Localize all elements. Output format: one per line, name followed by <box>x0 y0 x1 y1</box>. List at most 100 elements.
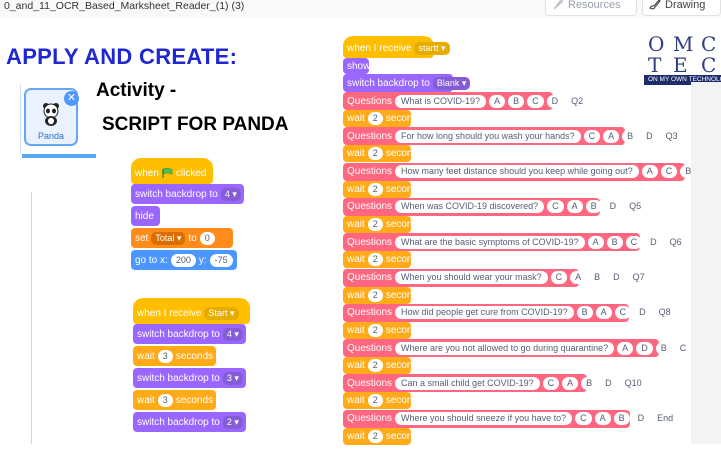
wait-block[interactable]: wait 2 seconds <box>343 180 423 198</box>
question-id-input[interactable]: Q7 <box>627 271 650 284</box>
option-input[interactable]: C <box>575 412 592 426</box>
option-input[interactable]: D <box>600 376 617 390</box>
question-text-input[interactable]: When was COVID-19 discovered? <box>395 200 545 214</box>
option-input[interactable]: A <box>595 306 612 320</box>
when-i-receive-start-block[interactable]: when I receive Start ▾ <box>133 298 250 324</box>
option-input[interactable]: B <box>508 94 525 108</box>
wait-input[interactable]: 2 <box>367 359 383 373</box>
hide-block[interactable]: hide <box>131 206 160 226</box>
option-input[interactable]: C <box>660 165 678 179</box>
wait-block[interactable]: wait 2 seconds <box>343 286 423 304</box>
when-i-receive-startt-block[interactable]: when I receive startt ▾ <box>343 36 450 58</box>
option-input[interactable]: A <box>603 129 620 143</box>
wait-block[interactable]: wait 2 seconds <box>343 110 423 127</box>
switch-backdrop-block[interactable]: switch backdrop to Blank ▾ <box>343 74 471 92</box>
wait-input[interactable]: 2 <box>367 147 383 161</box>
option-input[interactable]: B <box>606 235 623 249</box>
wait-block[interactable]: wait 2 seconds <box>343 215 423 233</box>
switch-backdrop-block[interactable]: switch backdrop to 2 ▾ <box>133 412 246 432</box>
variable-dropdown[interactable]: Total ▾ <box>151 231 186 245</box>
option-input[interactable]: C <box>674 341 692 355</box>
questions-block[interactable]: Questions How did people get cure from CO… <box>343 303 676 322</box>
wait-input[interactable]: 2 <box>367 429 383 443</box>
option-input[interactable]: B <box>622 129 639 143</box>
wait-input[interactable]: 2 <box>367 253 383 267</box>
question-text-input[interactable]: When you should wear your mask? <box>395 271 548 284</box>
questions-block[interactable]: Questions When you should wear your mask?… <box>343 268 650 287</box>
questions-block[interactable]: Questions Where you should sneeze if you … <box>343 409 679 428</box>
option-input[interactable]: A <box>562 376 579 390</box>
wait-input[interactable]: 2 <box>367 112 383 125</box>
option-input[interactable]: C <box>583 129 601 143</box>
wait-block[interactable]: wait 2 seconds <box>343 251 423 269</box>
wait-input[interactable]: 3 <box>157 393 173 407</box>
backdrop-dropdown[interactable]: Blank ▾ <box>432 76 471 90</box>
question-text-input[interactable]: Where are you not allowed to go during q… <box>395 341 615 355</box>
set-variable-block[interactable]: set Total ▾ to 0 <box>131 228 233 248</box>
wait-input[interactable]: 2 <box>367 394 383 408</box>
x-input[interactable]: 200 <box>170 253 196 267</box>
questions-block[interactable]: Questions Where are you not allowed to go… <box>343 339 717 358</box>
drawing-button[interactable]: Drawing <box>642 0 721 16</box>
wait-block[interactable]: wait 2 seconds <box>343 427 423 445</box>
wait-block[interactable]: wait 2 seconds <box>343 321 423 339</box>
option-input[interactable]: D <box>604 200 622 214</box>
option-input[interactable]: A <box>489 94 506 108</box>
question-id-input[interactable]: Q8 <box>653 306 676 320</box>
option-input[interactable]: C <box>614 306 632 320</box>
backdrop-dropdown[interactable]: 4 ▾ <box>220 187 241 201</box>
message-dropdown[interactable]: Start ▾ <box>204 306 239 320</box>
option-input[interactable]: D <box>645 235 662 249</box>
show-block[interactable]: show <box>343 58 370 74</box>
option-input[interactable]: B <box>655 341 672 355</box>
when-flag-clicked-block[interactable]: when clicked <box>131 158 213 184</box>
switch-backdrop-block[interactable]: switch backdrop to 4 ▾ <box>131 184 244 204</box>
option-input[interactable]: A <box>570 271 587 284</box>
option-input[interactable]: D <box>546 94 564 108</box>
option-input[interactable]: A <box>566 200 583 214</box>
option-input[interactable]: B <box>589 271 606 284</box>
question-id-input[interactable]: Q3 <box>660 129 683 143</box>
message-dropdown[interactable]: startt ▾ <box>414 42 450 55</box>
option-input[interactable]: D <box>632 412 650 426</box>
backdrop-dropdown[interactable]: 2 ▾ <box>222 415 243 429</box>
question-text-input[interactable]: How did people get cure from COVID-19? <box>395 306 574 320</box>
option-input[interactable]: D <box>608 271 625 284</box>
question-text-input[interactable]: For how long should you wash your hands? <box>395 129 581 143</box>
option-input[interactable]: C <box>547 200 564 214</box>
option-input[interactable]: A <box>617 341 634 355</box>
switch-backdrop-block[interactable]: switch backdrop to 4 ▾ <box>133 324 246 344</box>
question-text-input[interactable]: How many feet distance should you keep w… <box>395 165 639 179</box>
option-input[interactable]: B <box>576 306 593 320</box>
y-input[interactable]: -75 <box>209 253 233 267</box>
question-id-input[interactable]: Q6 <box>664 235 687 249</box>
wait-block[interactable]: wait 2 seconds <box>343 145 423 163</box>
question-id-input[interactable]: Q2 <box>566 94 589 108</box>
go-to-xy-block[interactable]: go to x: 200 y: -75 <box>131 250 237 270</box>
wait-block[interactable]: wait 2 seconds <box>343 392 423 410</box>
question-text-input[interactable]: What are the basic symptoms of COVID-19? <box>395 235 585 249</box>
option-input[interactable]: C <box>542 376 560 390</box>
option-input[interactable]: D <box>641 129 658 143</box>
option-input[interactable]: A <box>594 412 611 426</box>
option-input[interactable]: C <box>625 235 643 249</box>
close-icon[interactable]: ✕ <box>64 91 79 106</box>
wait-input[interactable]: 2 <box>367 323 383 337</box>
wait-input[interactable]: 2 <box>367 182 383 196</box>
value-input[interactable]: 0 <box>199 231 215 245</box>
questions-block[interactable]: Questions What is COVID-19? A B C D Q2 <box>343 92 589 110</box>
question-text-input[interactable]: What is COVID-19? <box>395 94 487 108</box>
option-input[interactable]: D <box>636 341 653 355</box>
option-input[interactable]: B <box>581 376 598 390</box>
option-input[interactable]: B <box>585 200 602 214</box>
question-id-input[interactable]: Q5 <box>624 200 647 214</box>
questions-block[interactable]: Questions Can a small child get COVID-19?… <box>343 374 647 393</box>
option-input[interactable]: A <box>641 165 658 179</box>
questions-block[interactable]: Questions When was COVID-19 discovered? C A… <box>343 197 647 216</box>
backdrop-dropdown[interactable]: 3 ▾ <box>222 371 243 385</box>
backdrop-dropdown[interactable]: 4 ▾ <box>222 327 243 341</box>
switch-backdrop-block[interactable]: switch backdrop to 3 ▾ <box>133 368 246 388</box>
wait-input[interactable]: 3 <box>157 349 173 363</box>
question-text-input[interactable]: Can a small child get COVID-19? <box>395 376 540 390</box>
option-input[interactable]: C <box>550 271 568 284</box>
